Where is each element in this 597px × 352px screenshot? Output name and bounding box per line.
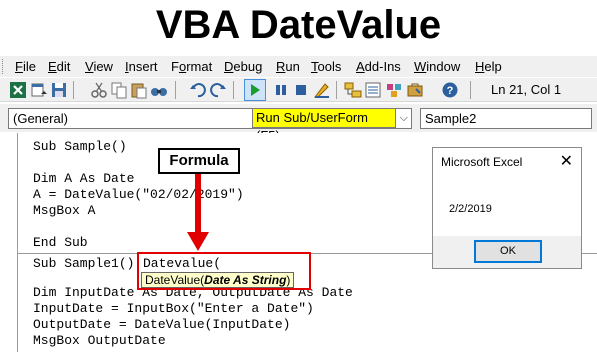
object-combo-value: (General): [13, 111, 68, 126]
code-line[interactable]: A = DateValue("02/02/2019"): [33, 187, 244, 203]
menu-window[interactable]: Window: [414, 56, 460, 77]
copy-icon[interactable]: [110, 81, 128, 99]
typed-text: Datevalue(: [143, 256, 222, 271]
menu-add-ins[interactable]: Add-Ins: [356, 56, 401, 77]
run-tooltip: Run Sub/UserForm (F5): [252, 108, 396, 143]
message-box-text: 2/2/2019: [449, 203, 492, 215]
quick-info-param: Date As String: [204, 273, 287, 287]
procedure-combo-value: Sample2: [425, 111, 477, 126]
run-button[interactable]: [244, 79, 266, 101]
run-icon: [251, 84, 260, 96]
svg-text:?: ?: [447, 85, 454, 97]
chevron-down-icon[interactable]: ⌵: [400, 109, 408, 128]
find-icon[interactable]: [150, 81, 168, 99]
object-browser-icon[interactable]: [385, 81, 403, 99]
code-line[interactable]: Dim A As Date: [33, 171, 134, 187]
redo-icon[interactable]: [209, 81, 227, 99]
standard-toolbar: ? Ln 21, Col 1: [0, 78, 597, 102]
undo-icon[interactable]: [189, 81, 207, 99]
insert-module-icon[interactable]: [30, 81, 48, 99]
code-line[interactable]: InputDate = InputBox("Enter a Date"): [33, 301, 314, 317]
formula-callout: Formula: [158, 148, 240, 174]
arrow-down-icon: [187, 174, 209, 251]
ok-button[interactable]: OK: [474, 240, 542, 263]
properties-icon[interactable]: [364, 81, 382, 99]
paste-icon[interactable]: [130, 81, 148, 99]
close-icon[interactable]: ✕: [560, 151, 573, 171]
menu-tools[interactable]: Tools: [311, 56, 341, 77]
code-line[interactable]: Sub Sample(): [33, 139, 127, 155]
code-line[interactable]: OutputDate = DateValue(InputDate): [33, 317, 290, 333]
menu-grip: [2, 59, 5, 74]
code-line[interactable]: End Sub: [33, 235, 88, 251]
reset-icon[interactable]: [292, 81, 310, 99]
message-box-title: Microsoft Excel: [441, 155, 523, 169]
menu-file[interactable]: File: [15, 56, 36, 77]
menu-run[interactable]: Run: [276, 56, 300, 77]
project-explorer-icon[interactable]: [344, 81, 362, 99]
toolbar-separator: [73, 81, 74, 99]
cursor-position: Ln 21, Col 1: [491, 82, 562, 97]
menu-format[interactable]: Format: [171, 56, 212, 77]
break-icon[interactable]: [272, 81, 290, 99]
code-line[interactable]: MsgBox A: [33, 203, 95, 219]
margin-indicator-bar: [17, 133, 18, 352]
cut-icon[interactable]: [90, 81, 108, 99]
quick-info-function: DateValue(: [145, 273, 205, 287]
code-line[interactable]: MsgBox OutputDate: [33, 333, 166, 349]
message-box: Microsoft Excel ✕ 2/2/2019 OK: [432, 147, 582, 269]
toolbox-icon[interactable]: [406, 81, 424, 99]
menu-bar: File Edit View Insert Format Debug Run T…: [0, 56, 597, 77]
message-box-footer: OK: [433, 236, 581, 268]
excel-icon[interactable]: [9, 81, 27, 99]
design-mode-icon[interactable]: [313, 81, 331, 99]
page-title: VBA DateValue: [155, 3, 442, 47]
menu-help[interactable]: Help: [475, 56, 502, 77]
toolbar-separator: [175, 81, 176, 99]
save-icon[interactable]: [50, 81, 68, 99]
menu-insert[interactable]: Insert: [125, 56, 158, 77]
menu-debug[interactable]: Debug: [224, 56, 262, 77]
help-icon[interactable]: ?: [441, 81, 459, 99]
menu-view[interactable]: View: [85, 56, 113, 77]
toolbar-separator: [233, 81, 234, 99]
toolbar-separator: [470, 81, 471, 99]
toolbar-separator: [336, 81, 337, 99]
procedure-combo[interactable]: Sample2: [420, 108, 592, 129]
quick-info-close: ): [286, 273, 291, 287]
menu-edit[interactable]: Edit: [48, 56, 70, 77]
autocomplete-highlight: Datevalue( DateValue(Date As String): [137, 252, 311, 290]
quick-info-tooltip: DateValue(Date As String): [141, 272, 295, 288]
code-line[interactable]: Sub Sample1(): [33, 256, 134, 272]
